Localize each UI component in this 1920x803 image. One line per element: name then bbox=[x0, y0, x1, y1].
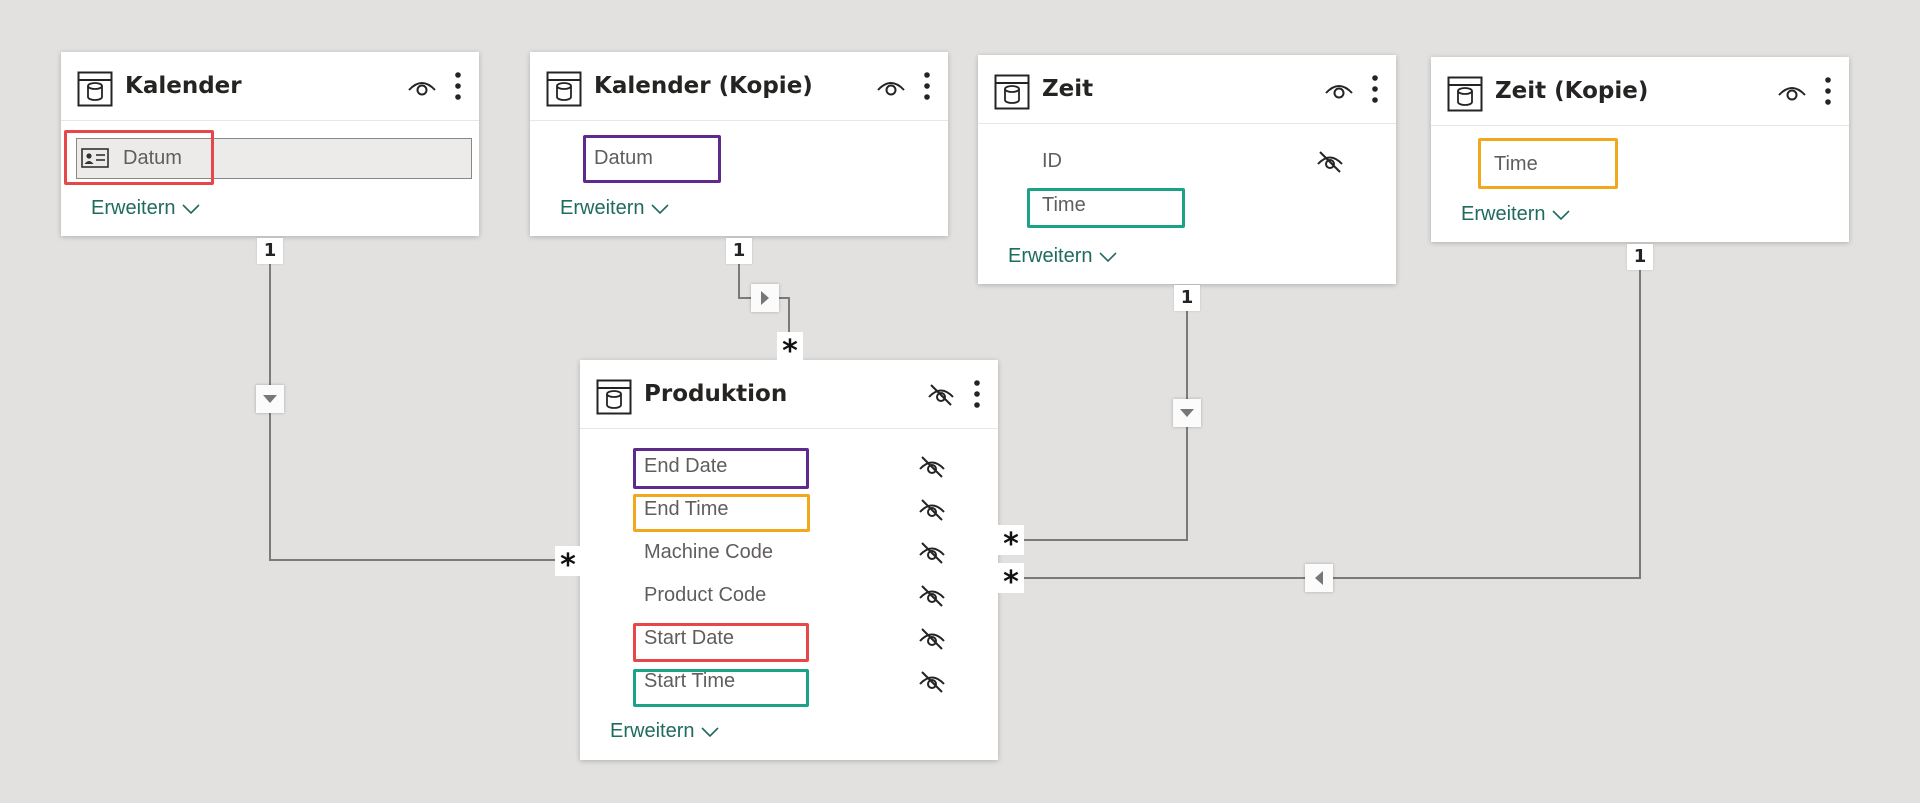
highlight-purple-kopie-datum bbox=[583, 135, 721, 183]
more-vertical-icon[interactable] bbox=[453, 70, 463, 102]
relationship-line-zeit-kopie-produktion bbox=[1012, 258, 1641, 579]
model-diagram-canvas[interactable]: Kalender Datum Erweitern Kalender (Kopie… bbox=[0, 0, 1920, 803]
filter-direction-arrow[interactable] bbox=[751, 284, 779, 312]
cardinality-many-badge: * bbox=[555, 546, 581, 583]
table-icon bbox=[596, 379, 632, 415]
caret-left-icon bbox=[1315, 571, 1323, 585]
expand-label: Erweitern bbox=[1008, 245, 1093, 267]
table-title: Kalender (Kopie) bbox=[594, 73, 813, 99]
expand-link[interactable]: Erweitern bbox=[1008, 245, 1118, 268]
field-machine-code[interactable]: Machine Code bbox=[644, 541, 773, 564]
eye-slash-icon[interactable] bbox=[917, 626, 947, 652]
table-header[interactable]: Kalender bbox=[61, 52, 479, 121]
table-card-zeit[interactable]: Zeit ID Time Erweitern bbox=[978, 55, 1396, 284]
cardinality-one-badge: 1 bbox=[1627, 244, 1653, 270]
table-icon bbox=[994, 74, 1030, 110]
table-title: Produktion bbox=[644, 381, 788, 407]
caret-right-icon bbox=[761, 291, 769, 305]
chevron-down-icon bbox=[1552, 210, 1571, 220]
chevron-down-icon bbox=[182, 204, 201, 214]
table-title: Zeit (Kopie) bbox=[1495, 78, 1649, 104]
cardinality-one-badge: 1 bbox=[257, 238, 283, 264]
filter-direction-arrow[interactable] bbox=[1305, 564, 1333, 592]
highlight-teal-start-time bbox=[633, 669, 809, 707]
expand-link[interactable]: Erweitern bbox=[560, 197, 670, 220]
table-title: Zeit bbox=[1042, 76, 1094, 102]
highlight-teal-zeit-time bbox=[1027, 188, 1185, 228]
eye-icon[interactable] bbox=[1324, 79, 1354, 101]
expand-link[interactable]: Erweitern bbox=[610, 720, 720, 743]
expand-label: Erweitern bbox=[91, 197, 176, 219]
field-id[interactable]: ID bbox=[1042, 150, 1062, 173]
eye-icon[interactable] bbox=[1777, 81, 1807, 103]
cardinality-many-badge: * bbox=[777, 332, 803, 369]
eye-slash-icon[interactable] bbox=[917, 669, 947, 695]
field-product-code[interactable]: Product Code bbox=[644, 584, 766, 607]
eye-slash-icon[interactable] bbox=[917, 540, 947, 566]
expand-label: Erweitern bbox=[1461, 203, 1546, 225]
chevron-down-icon bbox=[1099, 252, 1118, 262]
table-header[interactable]: Produktion bbox=[580, 360, 998, 429]
eye-slash-icon[interactable] bbox=[1315, 149, 1345, 175]
highlight-orange-end-time bbox=[633, 494, 810, 532]
more-vertical-icon[interactable] bbox=[1370, 73, 1380, 105]
caret-down-icon bbox=[1180, 409, 1194, 417]
eye-slash-icon[interactable] bbox=[917, 497, 947, 523]
chevron-down-icon bbox=[651, 204, 670, 214]
table-icon bbox=[546, 71, 582, 107]
expand-label: Erweitern bbox=[610, 720, 695, 742]
table-header[interactable]: Kalender (Kopie) bbox=[530, 52, 948, 121]
expand-link[interactable]: Erweitern bbox=[91, 197, 201, 220]
eye-slash-icon[interactable] bbox=[926, 382, 956, 408]
highlight-red-kalender-datum bbox=[64, 130, 214, 185]
table-icon bbox=[77, 71, 113, 107]
highlight-red-start-date bbox=[633, 623, 809, 662]
expand-label: Erweitern bbox=[560, 197, 645, 219]
more-vertical-icon[interactable] bbox=[1823, 75, 1833, 107]
eye-slash-icon[interactable] bbox=[917, 583, 947, 609]
relationship-line-kalender-produktion bbox=[269, 250, 565, 561]
table-header[interactable]: Zeit (Kopie) bbox=[1431, 57, 1849, 126]
expand-link[interactable]: Erweitern bbox=[1461, 203, 1571, 226]
table-icon bbox=[1447, 76, 1483, 112]
highlight-purple-end-date bbox=[633, 448, 809, 489]
filter-direction-arrow[interactable] bbox=[1173, 399, 1201, 427]
highlight-orange-zeit-kopie-time bbox=[1478, 138, 1618, 189]
filter-direction-arrow[interactable] bbox=[256, 385, 284, 413]
more-vertical-icon[interactable] bbox=[922, 70, 932, 102]
relationship-line-zeit-produktion bbox=[1012, 298, 1188, 541]
table-header[interactable]: Zeit bbox=[978, 55, 1396, 124]
eye-slash-icon[interactable] bbox=[917, 454, 947, 480]
eye-icon[interactable] bbox=[407, 76, 437, 98]
cardinality-one-badge: 1 bbox=[1174, 285, 1200, 311]
eye-icon[interactable] bbox=[876, 76, 906, 98]
cardinality-one-badge: 1 bbox=[726, 238, 752, 264]
more-vertical-icon[interactable] bbox=[972, 378, 982, 410]
cardinality-many-badge: * bbox=[998, 525, 1024, 562]
table-title: Kalender bbox=[125, 73, 242, 99]
caret-down-icon bbox=[263, 395, 277, 403]
chevron-down-icon bbox=[701, 727, 720, 737]
cardinality-many-badge: * bbox=[998, 563, 1024, 600]
